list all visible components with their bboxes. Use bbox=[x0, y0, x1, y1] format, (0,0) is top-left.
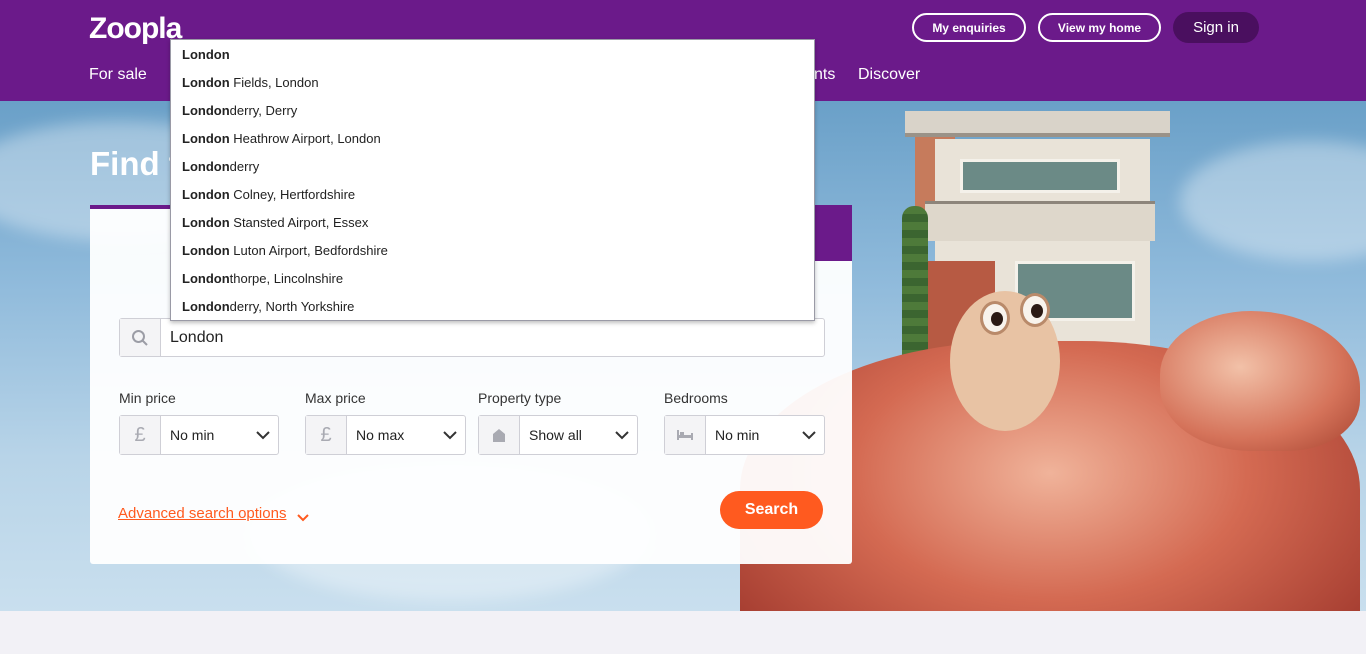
min-price-label: Min price bbox=[119, 390, 176, 406]
my-enquiries-button[interactable]: My enquiries bbox=[912, 13, 1026, 42]
autocomplete-item[interactable]: London Colney, Hertfordshire bbox=[182, 187, 355, 202]
min-price-select[interactable]: £ No min bbox=[119, 415, 279, 455]
chevron-down-icon bbox=[607, 416, 637, 454]
max-price-select[interactable]: £ No max bbox=[305, 415, 466, 455]
autocomplete-item[interactable]: Londonderry, Derry bbox=[182, 103, 297, 118]
page-bottom-band bbox=[0, 611, 1366, 654]
nav-discover[interactable]: Discover bbox=[858, 66, 920, 84]
chevron-down-icon[interactable] bbox=[297, 509, 309, 527]
max-price-value: No max bbox=[356, 427, 405, 443]
autocomplete-dropdown: London London Fields, London Londonderry… bbox=[170, 39, 815, 321]
advanced-search-link[interactable]: Advanced search options bbox=[118, 505, 286, 522]
pound-icon: £ bbox=[306, 416, 347, 454]
bedrooms-value: No min bbox=[715, 427, 760, 443]
location-search-box[interactable] bbox=[119, 318, 825, 357]
house-icon bbox=[479, 416, 520, 454]
active-tab-indicator bbox=[90, 205, 170, 209]
search-icon bbox=[120, 319, 161, 356]
property-type-value: Show all bbox=[529, 427, 582, 443]
cloud bbox=[1180, 141, 1366, 261]
autocomplete-item[interactable]: London Heathrow Airport, London bbox=[182, 131, 381, 146]
location-search-input[interactable] bbox=[161, 319, 824, 356]
autocomplete-item[interactable]: Londonderry bbox=[182, 159, 259, 174]
property-type-label: Property type bbox=[478, 390, 562, 406]
pound-icon: £ bbox=[120, 416, 161, 454]
autocomplete-item[interactable]: Londonthorpe, Lincolnshire bbox=[182, 271, 343, 286]
chevron-down-icon bbox=[794, 416, 824, 454]
autocomplete-item[interactable]: London Stansted Airport, Essex bbox=[182, 215, 368, 230]
property-type-select[interactable]: Show all bbox=[478, 415, 638, 455]
nav-partially-hidden[interactable]: nts bbox=[814, 66, 835, 84]
tab-bar-segment[interactable] bbox=[814, 205, 852, 261]
autocomplete-item[interactable]: London Fields, London bbox=[182, 75, 319, 90]
bed-icon bbox=[665, 416, 706, 454]
search-button[interactable]: Search bbox=[720, 491, 823, 529]
min-price-value: No min bbox=[170, 427, 215, 443]
view-my-home-button[interactable]: View my home bbox=[1038, 13, 1161, 42]
autocomplete-item[interactable]: London bbox=[182, 47, 230, 62]
chevron-down-icon bbox=[435, 416, 465, 454]
nav-for-sale[interactable]: For sale bbox=[89, 66, 147, 84]
max-price-label: Max price bbox=[305, 390, 366, 406]
autocomplete-item[interactable]: London Luton Airport, Bedfordshire bbox=[182, 243, 388, 258]
bedrooms-label: Bedrooms bbox=[664, 390, 728, 406]
autocomplete-item[interactable]: Londonderry, North Yorkshire bbox=[182, 299, 354, 314]
zoopla-logo[interactable]: Zoopla bbox=[89, 12, 182, 46]
chevron-down-icon bbox=[248, 416, 278, 454]
sign-in-button[interactable]: Sign in bbox=[1173, 12, 1259, 43]
hero-title: Find t bbox=[90, 145, 180, 182]
bedrooms-select[interactable]: No min bbox=[664, 415, 825, 455]
